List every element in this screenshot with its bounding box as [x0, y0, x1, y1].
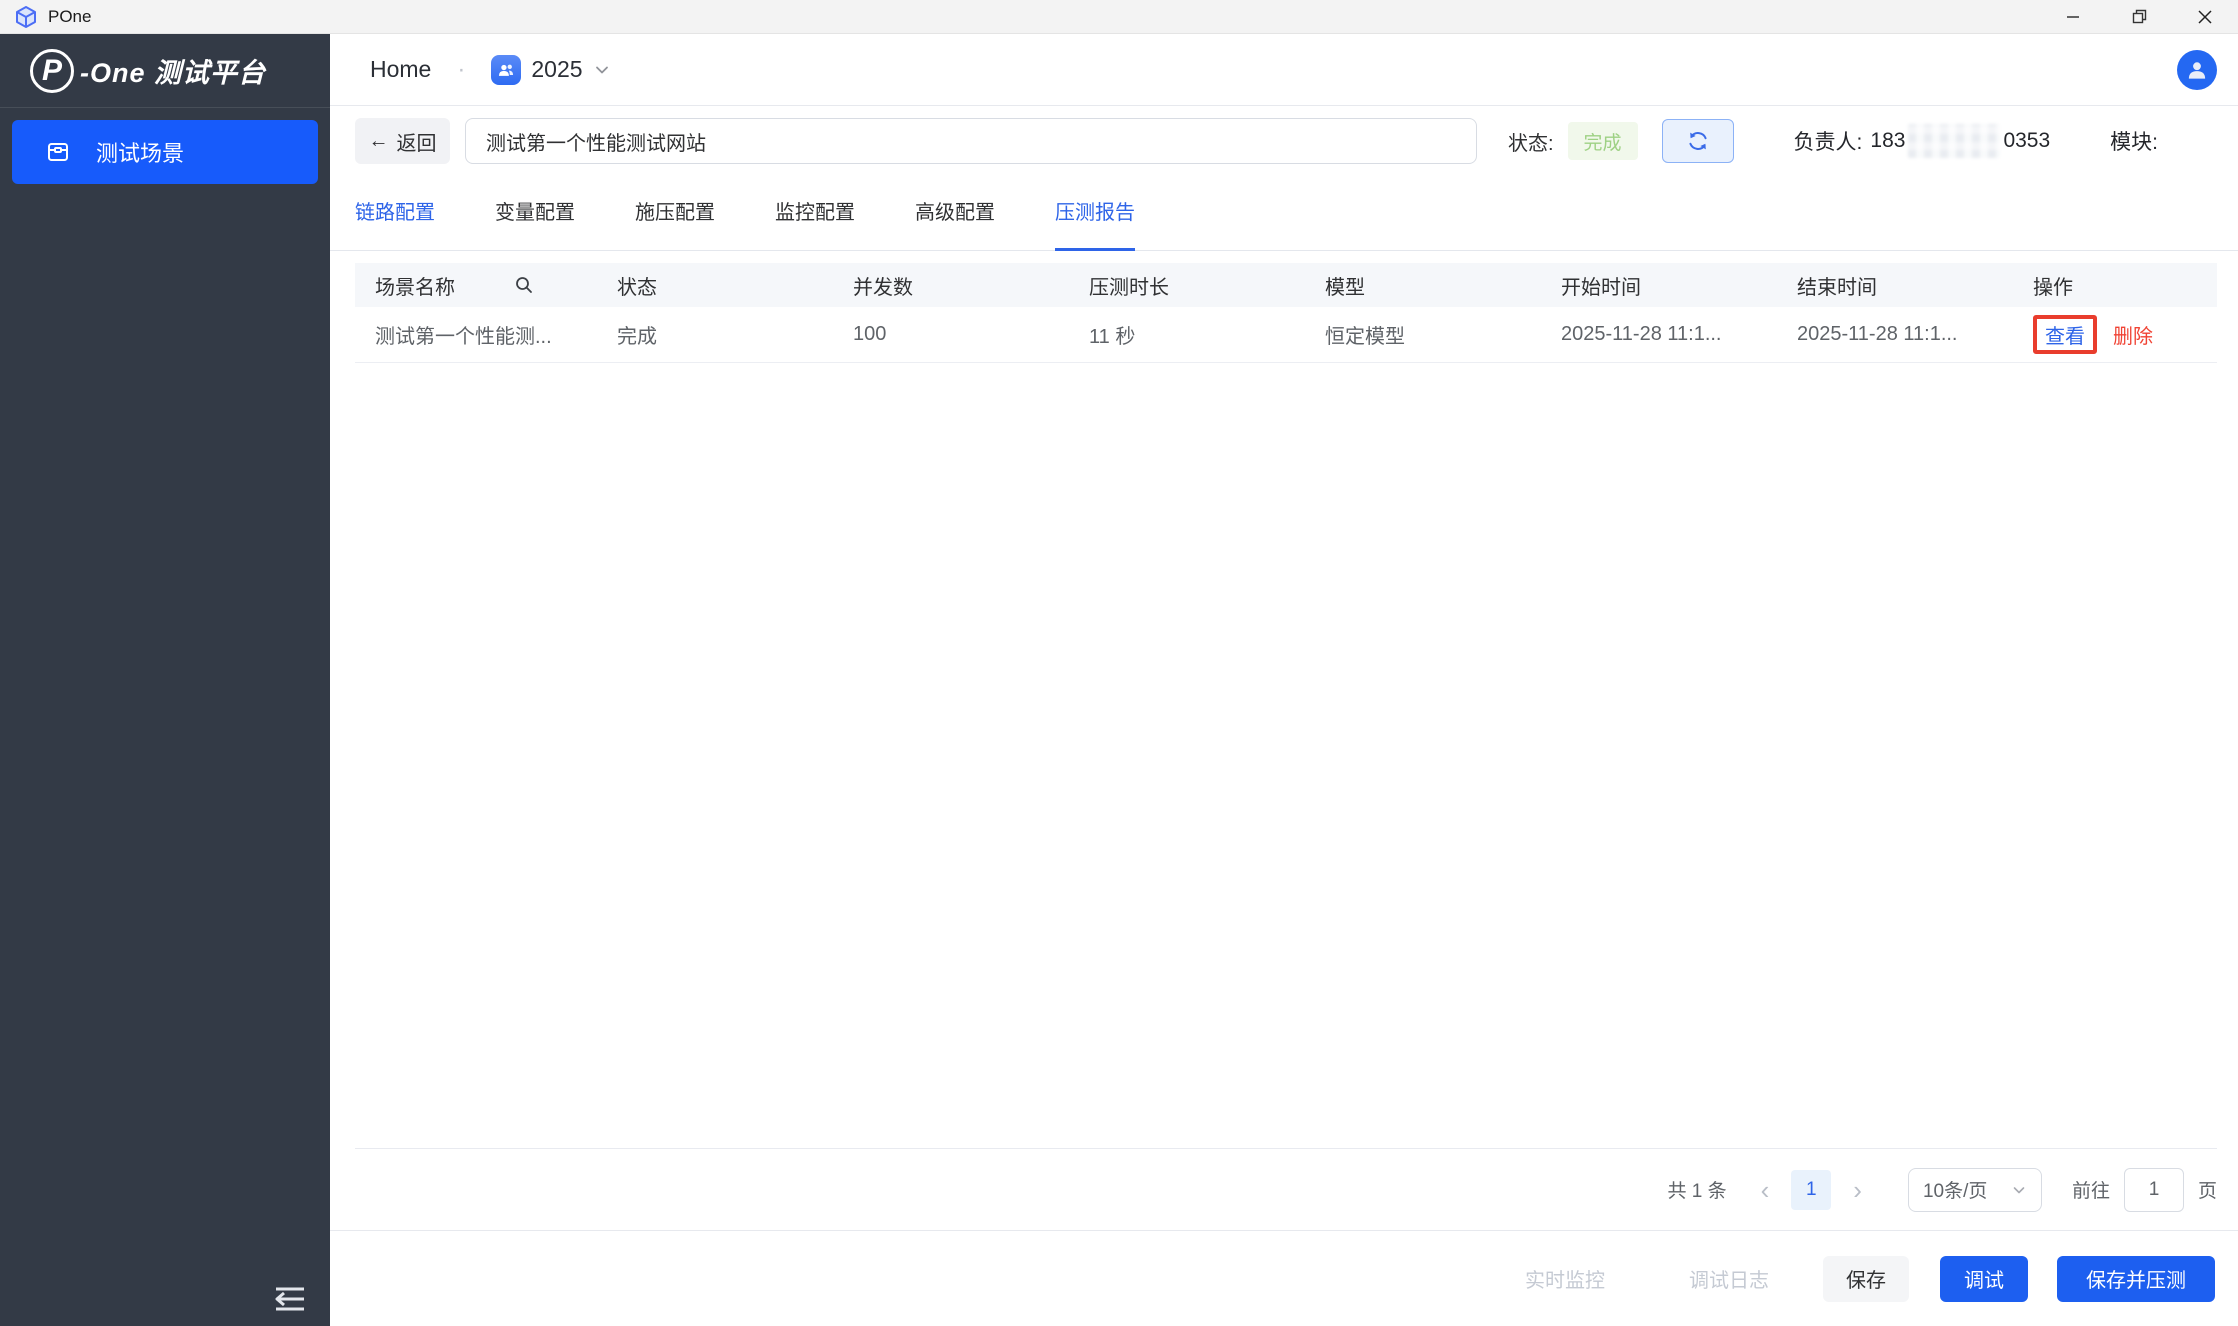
col-end-time: 结束时间 — [1777, 271, 2013, 300]
sidebar-item-test-scenario[interactable]: 测试场景 — [12, 120, 318, 184]
collapse-sidebar-icon — [270, 1284, 310, 1314]
box-icon — [46, 140, 70, 164]
tab-monitor-config[interactable]: 监控配置 — [775, 200, 855, 250]
table-row: 测试第一个性能测... 完成 100 11 秒 恒定模型 2025-11-28 … — [355, 307, 2217, 363]
status-badge: 完成 — [1568, 122, 1638, 160]
owner-redacted-block — [1908, 124, 2000, 158]
tab-advanced-config[interactable]: 高级配置 — [915, 200, 995, 250]
col-concurrency: 并发数 — [833, 271, 1069, 300]
col-model: 模型 — [1305, 271, 1541, 300]
save-and-test-button[interactable]: 保存并压测 — [2057, 1256, 2215, 1302]
next-page-button[interactable]: › — [1853, 1177, 1862, 1203]
tab-link-config[interactable]: 链路配置 — [355, 200, 435, 250]
back-button[interactable]: ← 返回 — [355, 118, 450, 164]
window-title: POne — [48, 7, 91, 27]
row-end-time: 2025-11-28 11:1... — [1777, 323, 2013, 346]
page-size-value: 10条/页 — [1923, 1176, 1987, 1203]
table-header: 场景名称 状态 并发数 压测时长 模型 开始时间 结束时间 — [355, 263, 2217, 307]
project-users-icon — [491, 55, 521, 85]
search-icon[interactable] — [513, 274, 535, 296]
sidebar-menu: 测试场景 — [0, 108, 330, 196]
window-titlebar: POne — [0, 0, 2238, 34]
col-scenario-name: 场景名称 — [355, 271, 597, 300]
debug-button[interactable]: 调试 — [1940, 1256, 2028, 1302]
col-duration: 压测时长 — [1069, 271, 1305, 300]
row-start-time: 2025-11-28 11:1... — [1541, 323, 1777, 346]
row-duration: 11 秒 — [1069, 320, 1305, 349]
minimize-button[interactable] — [2040, 0, 2106, 33]
close-icon — [2197, 9, 2213, 25]
col-start-time: 开始时间 — [1541, 271, 1777, 300]
view-link[interactable]: 查看 — [2045, 320, 2085, 349]
user-avatar[interactable] — [2177, 50, 2217, 90]
sidebar-item-label: 测试场景 — [96, 136, 184, 168]
owner-phone-prefix: 183 — [1870, 129, 1905, 153]
user-icon — [2184, 57, 2210, 83]
window-controls — [2040, 0, 2238, 33]
topbar: Home · 2025 — [330, 34, 2238, 106]
row-scenario-name: 测试第一个性能测... — [355, 320, 597, 349]
status-label: 状态: — [1508, 127, 1554, 156]
logo-p-icon: P — [30, 49, 74, 93]
select-chevron-down-icon — [2011, 1182, 2027, 1198]
toolbar-right: 状态: 完成 负责人: 183 0353 — [1508, 119, 2198, 163]
back-label: 返回 — [397, 127, 437, 156]
close-button[interactable] — [2172, 0, 2238, 33]
scenario-toolbar: ← 返回 状态: 完成 — [355, 118, 2218, 164]
refresh-icon — [1687, 130, 1709, 152]
tab-test-report[interactable]: 压测报告 — [1055, 200, 1135, 251]
save-button[interactable]: 保存 — [1823, 1256, 1909, 1302]
goto-page-input[interactable] — [2124, 1168, 2184, 1212]
logo: P -One 测试平台 — [0, 34, 330, 108]
scenario-name-input[interactable] — [465, 118, 1477, 164]
breadcrumb-home[interactable]: Home — [370, 56, 431, 83]
tab-pressure-config[interactable]: 施压配置 — [635, 200, 715, 250]
back-arrow-icon: ← — [369, 130, 389, 153]
owner-field: 负责人: 183 0353 — [1794, 124, 2051, 158]
sidebar: P -One 测试平台 测试场景 — [0, 34, 330, 1326]
debug-log-button[interactable]: 调试日志 — [1689, 1264, 1769, 1293]
project-selector[interactable]: 2025 — [491, 55, 610, 85]
report-table: 场景名称 状态 并发数 压测时长 模型 开始时间 结束时间 — [355, 263, 2217, 363]
pagination-total: 共 1 条 — [1668, 1176, 1727, 1203]
delete-link[interactable]: 删除 — [2113, 320, 2153, 349]
collapse-sidebar-button[interactable] — [270, 1284, 310, 1314]
refresh-button[interactable] — [1662, 119, 1734, 163]
minimize-icon — [2065, 9, 2081, 25]
owner-label: 负责人: — [1794, 126, 1863, 156]
restore-button[interactable] — [2106, 0, 2172, 33]
app-cube-icon — [14, 5, 38, 29]
restore-icon — [2131, 8, 2148, 25]
page-number-button[interactable]: 1 — [1791, 1170, 1831, 1210]
chevron-down-icon — [593, 61, 611, 79]
col-status: 状态 — [597, 271, 833, 300]
module-label: 模块: — [2110, 126, 2158, 156]
row-actions: 查看 删除 — [2013, 315, 2217, 354]
project-name: 2025 — [531, 56, 582, 83]
pagination: 共 1 条 ‹ 1 › 10条/页 前往 页 — [355, 1148, 2217, 1230]
row-status: 完成 — [597, 320, 833, 349]
row-concurrency: 100 — [833, 323, 1069, 346]
page-size-select[interactable]: 10条/页 — [1908, 1168, 2042, 1212]
view-link-annotation-box: 查看 — [2033, 315, 2097, 354]
goto-unit: 页 — [2198, 1176, 2217, 1203]
sidebar-spacer — [0, 196, 330, 1284]
realtime-monitor-button[interactable]: 实时监控 — [1525, 1264, 1605, 1293]
config-tabs: 链路配置 变量配置 施压配置 监控配置 高级配置 压测报告 — [330, 200, 2238, 251]
col-actions: 操作 — [2013, 271, 2217, 300]
goto-label: 前往 — [2072, 1176, 2110, 1203]
prev-page-button[interactable]: ‹ — [1761, 1177, 1770, 1203]
content-spacer — [330, 363, 2238, 1148]
footer-action-bar: 实时监控 调试日志 保存 调试 保存并压测 — [330, 1230, 2238, 1326]
breadcrumb-separator: · — [457, 56, 465, 84]
row-model: 恒定模型 — [1305, 320, 1541, 349]
logo-text: -One 测试平台 — [80, 51, 266, 90]
owner-phone-suffix: 0353 — [2003, 129, 2050, 153]
tab-variable-config[interactable]: 变量配置 — [495, 200, 575, 250]
